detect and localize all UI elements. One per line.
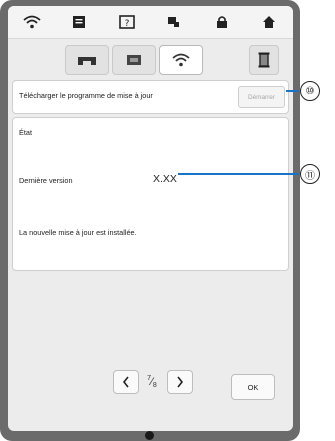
top-toolbar: ? (8, 6, 293, 39)
page-total: 8 (152, 381, 157, 389)
lock-icon[interactable] (209, 9, 235, 35)
tab-machine[interactable] (65, 45, 109, 75)
download-label: Télécharger le programme de mise à jour (19, 91, 153, 100)
tab-row (8, 42, 293, 78)
wifi-icon[interactable] (19, 9, 45, 35)
version-label: Dernière version (19, 176, 73, 185)
download-panel: Télécharger le programme de mise à jour … (12, 80, 289, 114)
machine-icon (78, 57, 96, 65)
wifi-icon (172, 53, 190, 67)
home-icon[interactable] (256, 9, 282, 35)
status-panel: État Dernière version X.XX La nouvelle m… (12, 117, 289, 271)
callout-number-10: ⑩ (300, 81, 320, 101)
next-page-button[interactable] (167, 370, 193, 394)
frame-button[interactable] (249, 45, 279, 75)
chevron-right-icon (177, 376, 184, 388)
page-icon[interactable] (66, 9, 92, 35)
callout-line-11 (178, 173, 299, 175)
tab-card[interactable] (112, 45, 156, 75)
start-button[interactable]: Démarrer (238, 86, 285, 108)
callout-number-11: ⑪ (300, 164, 320, 184)
card-icon (127, 55, 141, 65)
screen: ? Télécharger le programme de mise à jou… (8, 6, 293, 431)
ok-button[interactable]: OK (231, 374, 275, 400)
device-frame: ? Télécharger le programme de mise à jou… (0, 0, 300, 441)
settings-icon[interactable] (161, 9, 187, 35)
callout-line-10 (286, 90, 299, 92)
version-value: X.XX (153, 173, 177, 185)
chevron-left-icon (122, 376, 129, 388)
status-message: La nouvelle mise à jour est installée. (19, 228, 137, 237)
page-indicator: 7 ∕ 8 (147, 374, 157, 389)
svg-text:?: ? (124, 19, 129, 29)
help-icon[interactable]: ? (114, 9, 140, 35)
page-current: 7 (147, 374, 152, 382)
status-title: État (19, 128, 32, 137)
prev-page-button[interactable] (113, 370, 139, 394)
home-dot-icon (145, 431, 154, 440)
tab-wifi[interactable] (159, 45, 203, 75)
frame-icon (258, 52, 270, 68)
